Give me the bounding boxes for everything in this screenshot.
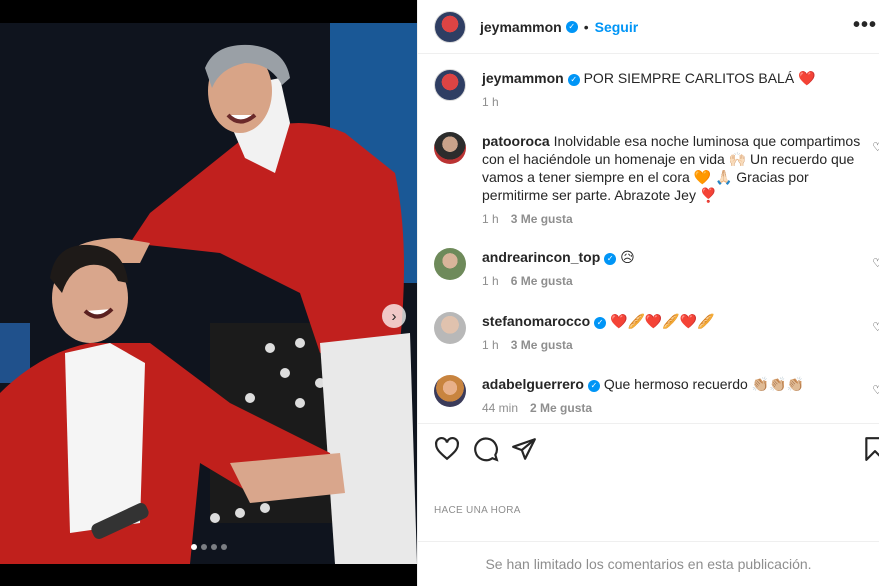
commenter-username[interactable]: stefanomarocco: [482, 313, 590, 329]
action-bar: [418, 423, 879, 473]
comment-likes[interactable]: 3 Me gusta: [511, 210, 573, 228]
separator: •: [583, 18, 589, 35]
comment-item: andrearincon_top ✓ 😥 1 h 6 Me gusta ♡: [434, 248, 879, 290]
commenter-avatar[interactable]: [434, 375, 466, 407]
comments-list[interactable]: jeymammon ✓ POR SIEMPRE CARLITOS BALÁ ❤️ …: [418, 55, 879, 425]
carousel-dots: [0, 544, 417, 550]
verified-badge-icon: ✓: [604, 253, 617, 265]
comments-limited-notice: Se han limitado los comentarios en esta …: [418, 541, 879, 586]
comment-likes[interactable]: 3 Me gusta: [511, 336, 573, 354]
carousel-dot: [220, 544, 227, 550]
heart-icon[interactable]: ♡: [872, 140, 879, 154]
caption: jeymammon ✓ POR SIEMPRE CARLITOS BALÁ ❤️ …: [434, 69, 879, 111]
comment-item: stefanomarocco ✓ ❤️🥖❤️🥖❤️🥖 1 h 3 Me gusta…: [434, 312, 879, 354]
post-timestamp[interactable]: HACE UNA HORA: [434, 505, 521, 516]
author-avatar[interactable]: [434, 10, 466, 43]
more-options-icon[interactable]: •••: [853, 14, 877, 37]
caption-text: POR SIEMPRE CARLITOS BALÁ ❤️: [583, 70, 816, 86]
caption-time[interactable]: 1 h: [482, 93, 499, 111]
comment-icon[interactable]: [473, 436, 499, 462]
carousel-next-button[interactable]: ›: [382, 304, 406, 328]
verified-badge-icon: ✓: [587, 380, 600, 392]
carousel-dot: [190, 544, 197, 550]
commenter-username[interactable]: andrearincon_top: [482, 249, 600, 265]
comment-time[interactable]: 1 h: [482, 210, 499, 228]
caption-username[interactable]: jeymammon: [482, 70, 564, 86]
comment-time[interactable]: 1 h: [482, 336, 499, 354]
comment-text: ❤️🥖❤️🥖❤️🥖: [610, 313, 715, 329]
post-photo: ›: [0, 23, 417, 564]
verified-badge-icon: ✓: [565, 20, 578, 33]
comment-likes[interactable]: 2 Me gusta: [530, 399, 592, 417]
heart-icon[interactable]: ♡: [872, 383, 879, 397]
comment-item: patooroca Inolvidable esa noche luminosa…: [434, 132, 879, 228]
commenter-avatar[interactable]: [434, 248, 466, 280]
verified-badge-icon: ✓: [567, 74, 580, 86]
photo-scene: [0, 23, 417, 564]
author-username[interactable]: jeymammon: [480, 19, 562, 35]
bookmark-icon[interactable]: [862, 436, 879, 462]
comment-text: 😥: [620, 249, 635, 265]
comment-item: adabelguerrero ✓ Que hermoso recuerdo 👏🏼👏…: [434, 375, 879, 417]
chevron-right-icon: ›: [391, 307, 397, 325]
commenter-avatar[interactable]: [434, 312, 466, 344]
caption-avatar[interactable]: [434, 69, 466, 101]
commenter-avatar[interactable]: [434, 132, 466, 164]
comment-time[interactable]: 1 h: [482, 272, 499, 290]
carousel-dot: [200, 544, 207, 550]
comment-likes[interactable]: 6 Me gusta: [511, 272, 573, 290]
carousel-dot: [210, 544, 217, 550]
follow-button[interactable]: Seguir: [595, 19, 639, 35]
heart-icon[interactable]: [434, 436, 460, 462]
commenter-username[interactable]: patooroca: [482, 133, 550, 149]
share-icon[interactable]: [511, 436, 537, 462]
post-panel: jeymammon ✓ • Seguir ••• jeymammon ✓ POR …: [417, 0, 879, 586]
comment-text: Que hermoso recuerdo 👏🏼👏🏼👏🏼: [603, 376, 804, 392]
heart-icon[interactable]: ♡: [872, 320, 879, 334]
verified-badge-icon: ✓: [594, 317, 607, 329]
post-header: jeymammon ✓ • Seguir •••: [418, 0, 879, 54]
comment-time[interactable]: 44 min: [482, 399, 518, 417]
heart-icon[interactable]: ♡: [872, 256, 879, 270]
commenter-username[interactable]: adabelguerrero: [482, 376, 584, 392]
